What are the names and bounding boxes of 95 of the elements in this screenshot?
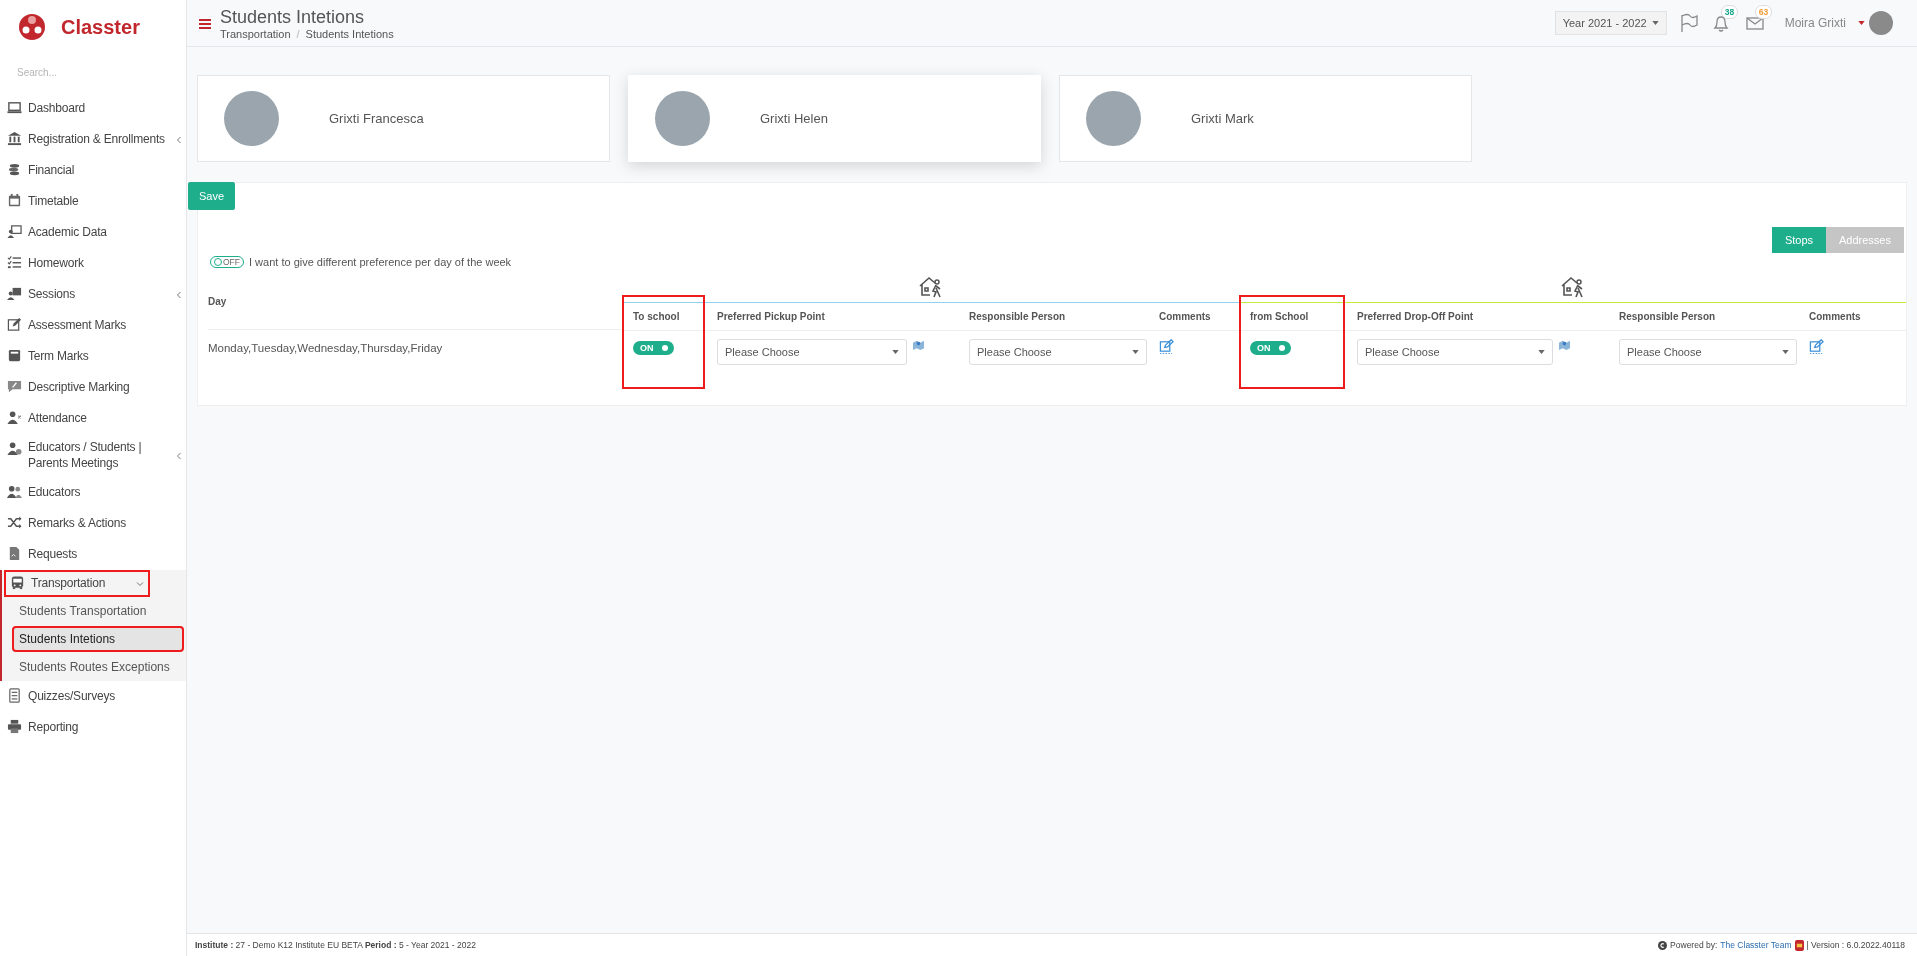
sidebar-item[interactable]: Quizzes/Surveys: [0, 681, 186, 713]
breadcrumb-separator: /: [296, 28, 300, 40]
footer-text: Powered by:: [1670, 940, 1718, 950]
avatar-photo-placeholder: [224, 91, 279, 146]
edit-icon[interactable]: [1159, 339, 1174, 354]
caret-icon: [1538, 350, 1545, 354]
sidebar-item[interactable]: Registration & Enrollments: [0, 124, 186, 155]
caret-icon: [892, 350, 899, 354]
version-text: | Version : 6.0.2022.40118: [1806, 940, 1905, 950]
avatar-photo-placeholder: [1086, 91, 1141, 146]
student-card[interactable]: Grixti Francesca: [197, 75, 610, 162]
footer-info: Institute : 27 - Demo K12 Institute EU BETA Period : 5 - Year 2021 - 2022: [195, 940, 476, 950]
sidebar-item[interactable]: Sessions: [0, 279, 186, 310]
column-header: Comments: [1159, 311, 1211, 322]
sidebar-item[interactable]: Homework: [0, 248, 186, 279]
breadcrumb-link[interactable]: Students Intetions: [305, 28, 394, 40]
student-card[interactable]: Grixti Mark: [1059, 75, 1472, 162]
message-badge: 63: [1754, 5, 1773, 19]
coins-icon: [7, 162, 22, 177]
footer-link[interactable]: The Classter Team: [1720, 940, 1792, 950]
student-name: Grixti Francesca: [329, 111, 424, 126]
sidebar-item[interactable]: Educators: [0, 477, 186, 509]
caret-icon: [1858, 21, 1865, 25]
checklist-icon: [7, 255, 22, 270]
presentation-icon: [7, 224, 22, 239]
user-avatar[interactable]: [1869, 11, 1893, 35]
student-name: Grixti Helen: [760, 111, 828, 126]
sidebar-item[interactable]: Descriptive Marking: [0, 372, 186, 403]
year-dropdown[interactable]: Year 2021 - 2022: [1554, 11, 1667, 35]
printer-icon: [7, 719, 22, 735]
people-board-icon: [7, 286, 22, 301]
logo-icon: [1794, 939, 1804, 951]
select-dropdown[interactable]: Please Choose: [1357, 339, 1553, 365]
laptop-icon: [7, 100, 22, 115]
flag-icon[interactable]: [1678, 13, 1699, 33]
sidebar-item[interactable]: Term Marks: [0, 341, 186, 372]
sidebar-item[interactable]: Timetable: [0, 186, 186, 217]
calendar-icon: [7, 193, 22, 208]
submenu-item[interactable]: Students Routes Exceptions: [2, 654, 186, 681]
caret-icon: [1782, 350, 1789, 354]
column-header: Preferred Pickup Point: [717, 311, 825, 322]
person-icon: [7, 410, 22, 425]
house-person-icon: [1559, 275, 1586, 299]
caret-icon: [1651, 21, 1659, 25]
edit-icon[interactable]: [1809, 339, 1824, 354]
sidebar-item[interactable]: Transportation: [4, 570, 150, 598]
sidebar-item[interactable]: Financial: [0, 155, 186, 186]
sidebar-item[interactable]: Academic Data: [0, 217, 186, 248]
list-icon: [7, 688, 22, 704]
column-header: Preferred Drop-Off Point: [1357, 311, 1474, 322]
notification-badge: 38: [1720, 5, 1739, 19]
column-header: Comments: [1809, 311, 1861, 322]
logo-icon: [17, 12, 47, 42]
copyright-icon: [1658, 940, 1668, 950]
sidebar-item[interactable]: Assessment Marks: [0, 310, 186, 341]
document-icon: [7, 546, 22, 562]
select-dropdown[interactable]: Please Choose: [1619, 339, 1797, 365]
sidebar-item[interactable]: Attendance: [0, 403, 186, 434]
toggle-label: I want to give different preference per day of the week: [249, 256, 512, 268]
select-dropdown[interactable]: Please Choose: [969, 339, 1147, 365]
breadcrumb-link[interactable]: Transportation: [220, 28, 291, 40]
map-pin-icon[interactable]: [1559, 339, 1570, 350]
sidebar-item[interactable]: Educators / Students | Parents Meetings: [0, 434, 186, 478]
column-header: To school: [633, 310, 680, 322]
shuffle-icon: [7, 515, 22, 531]
house-person-icon: [917, 275, 944, 299]
logo-text[interactable]: Classter: [61, 15, 140, 39]
user-menu[interactable]: Moira Grixti: [1784, 16, 1846, 30]
sidebar-item[interactable]: Reporting: [0, 712, 186, 744]
book-icon: [7, 348, 22, 363]
person-clock-icon: [7, 441, 22, 456]
page-title: Students Intetions: [220, 6, 366, 28]
sidebar-item[interactable]: Remarks & Actions: [0, 508, 186, 540]
bank-icon: [7, 131, 22, 146]
column-header: from School: [1250, 310, 1309, 322]
student-card[interactable]: Grixti Helen: [628, 75, 1041, 162]
pencil-square-icon: [7, 317, 22, 332]
bus-icon: [10, 575, 25, 591]
search-field[interactable]: Search...: [15, 66, 169, 79]
map-pin-icon[interactable]: [913, 339, 924, 350]
select-dropdown[interactable]: Please Choose: [717, 339, 907, 365]
caret-icon: [1132, 350, 1139, 354]
submenu-item[interactable]: Students Transportation: [2, 598, 186, 625]
sidebar-item[interactable]: Dashboard: [0, 93, 186, 124]
speech-bubble-icon: [7, 379, 22, 394]
student-name: Grixti Mark: [1191, 111, 1254, 126]
sidebar-item[interactable]: Requests: [0, 539, 186, 571]
column-header: Responsible Person: [969, 311, 1066, 322]
people-icon: [7, 484, 22, 500]
avatar-photo-placeholder: [655, 91, 710, 146]
submenu-item[interactable]: Students Intetions: [12, 626, 184, 653]
column-header: Responsible Person: [1619, 311, 1716, 322]
column-header: Day: [208, 296, 227, 307]
menu-icon[interactable]: [199, 19, 211, 29]
table-cell: Monday,Tuesday,Wednesday,Thursday,Friday: [208, 342, 443, 354]
